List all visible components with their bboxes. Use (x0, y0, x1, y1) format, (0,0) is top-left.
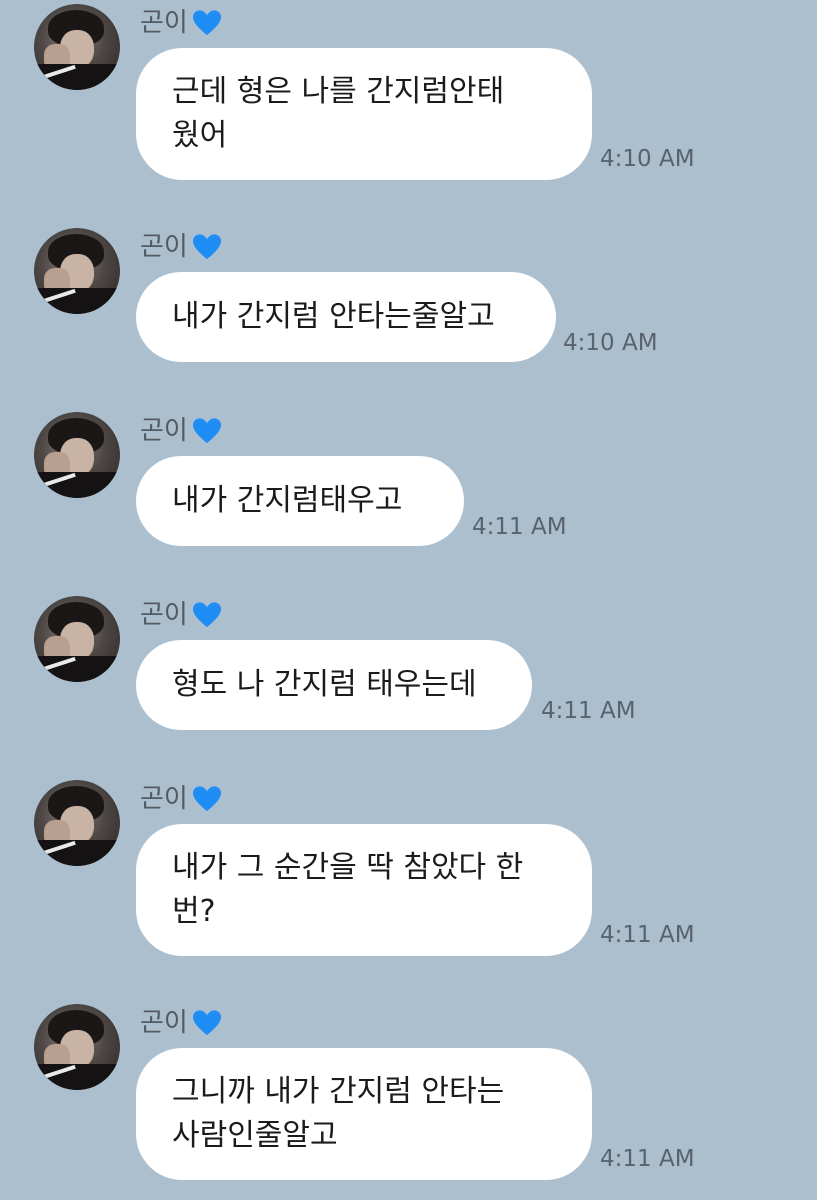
sender-name: 곤이 (140, 596, 222, 634)
message-timestamp: 4:11 AM (600, 922, 695, 948)
message-bubble[interactable]: 내가 간지럼태우고 (136, 456, 464, 546)
chat-message: 곤이 형도 나 간지럼 태우는데 4:11 AM (0, 596, 817, 736)
message-bubble[interactable]: 내가 그 순간을 딱 참았다 한 번? (136, 824, 592, 956)
blue-heart-icon (192, 10, 221, 36)
message-bubble[interactable]: 근데 형은 나를 간지럼안태 웠어 (136, 48, 592, 180)
sender-avatar[interactable] (34, 596, 120, 682)
blue-heart-icon (192, 786, 221, 812)
sender-name-label: 곤이 (140, 416, 188, 446)
message-bubble[interactable]: 그니까 내가 간지럼 안타는 사람인줄알고 (136, 1048, 592, 1180)
message-text: 내가 간지럼 안타는줄알고 (172, 299, 495, 334)
sender-name-label: 곤이 (140, 1008, 188, 1038)
sender-name-label: 곤이 (140, 600, 188, 630)
sender-name-label: 곤이 (140, 232, 188, 262)
sender-avatar[interactable] (34, 1004, 120, 1090)
message-text: 내가 간지럼태우고 (172, 483, 403, 518)
sender-avatar[interactable] (34, 412, 120, 498)
sender-name-label: 곤이 (140, 8, 188, 38)
chat-message: 곤이 내가 그 순간을 딱 참았다 한 번? 4:11 AM (0, 780, 817, 960)
chat-message: 곤이 그니까 내가 간지럼 안타는 사람인줄알고 4:11 AM (0, 1004, 817, 1184)
message-timestamp: 4:11 AM (472, 514, 567, 540)
sender-avatar[interactable] (34, 228, 120, 314)
message-text: 근데 형은 나를 간지럼안태 웠어 (172, 74, 505, 153)
message-text: 형도 나 간지럼 태우는데 (172, 667, 477, 702)
message-text: 그니까 내가 간지럼 안타는 사람인줄알고 (172, 1074, 505, 1153)
sender-avatar[interactable] (34, 780, 120, 866)
sender-name: 곤이 (140, 4, 222, 42)
sender-name: 곤이 (140, 1004, 222, 1042)
chat-message: 곤이 내가 간지럼태우고 4:11 AM (0, 412, 817, 552)
sender-name: 곤이 (140, 412, 222, 450)
sender-name: 곤이 (140, 780, 222, 818)
message-bubble[interactable]: 형도 나 간지럼 태우는데 (136, 640, 532, 730)
message-timestamp: 4:11 AM (541, 698, 636, 724)
blue-heart-icon (192, 418, 221, 444)
sender-avatar[interactable] (34, 4, 120, 90)
blue-heart-icon (192, 1010, 221, 1036)
message-text: 내가 그 순간을 딱 참았다 한 번? (172, 850, 524, 929)
sender-name: 곤이 (140, 228, 222, 266)
chat-message: 곤이 근데 형은 나를 간지럼안태 웠어 4:10 AM (0, 4, 817, 184)
message-timestamp: 4:10 AM (563, 330, 658, 356)
blue-heart-icon (192, 234, 221, 260)
message-timestamp: 4:10 AM (600, 146, 695, 172)
sender-name-label: 곤이 (140, 784, 188, 814)
chat-message: 곤이 내가 간지럼 안타는줄알고 4:10 AM (0, 228, 817, 368)
blue-heart-icon (192, 602, 221, 628)
message-bubble[interactable]: 내가 간지럼 안타는줄알고 (136, 272, 556, 362)
message-timestamp: 4:11 AM (600, 1146, 695, 1172)
